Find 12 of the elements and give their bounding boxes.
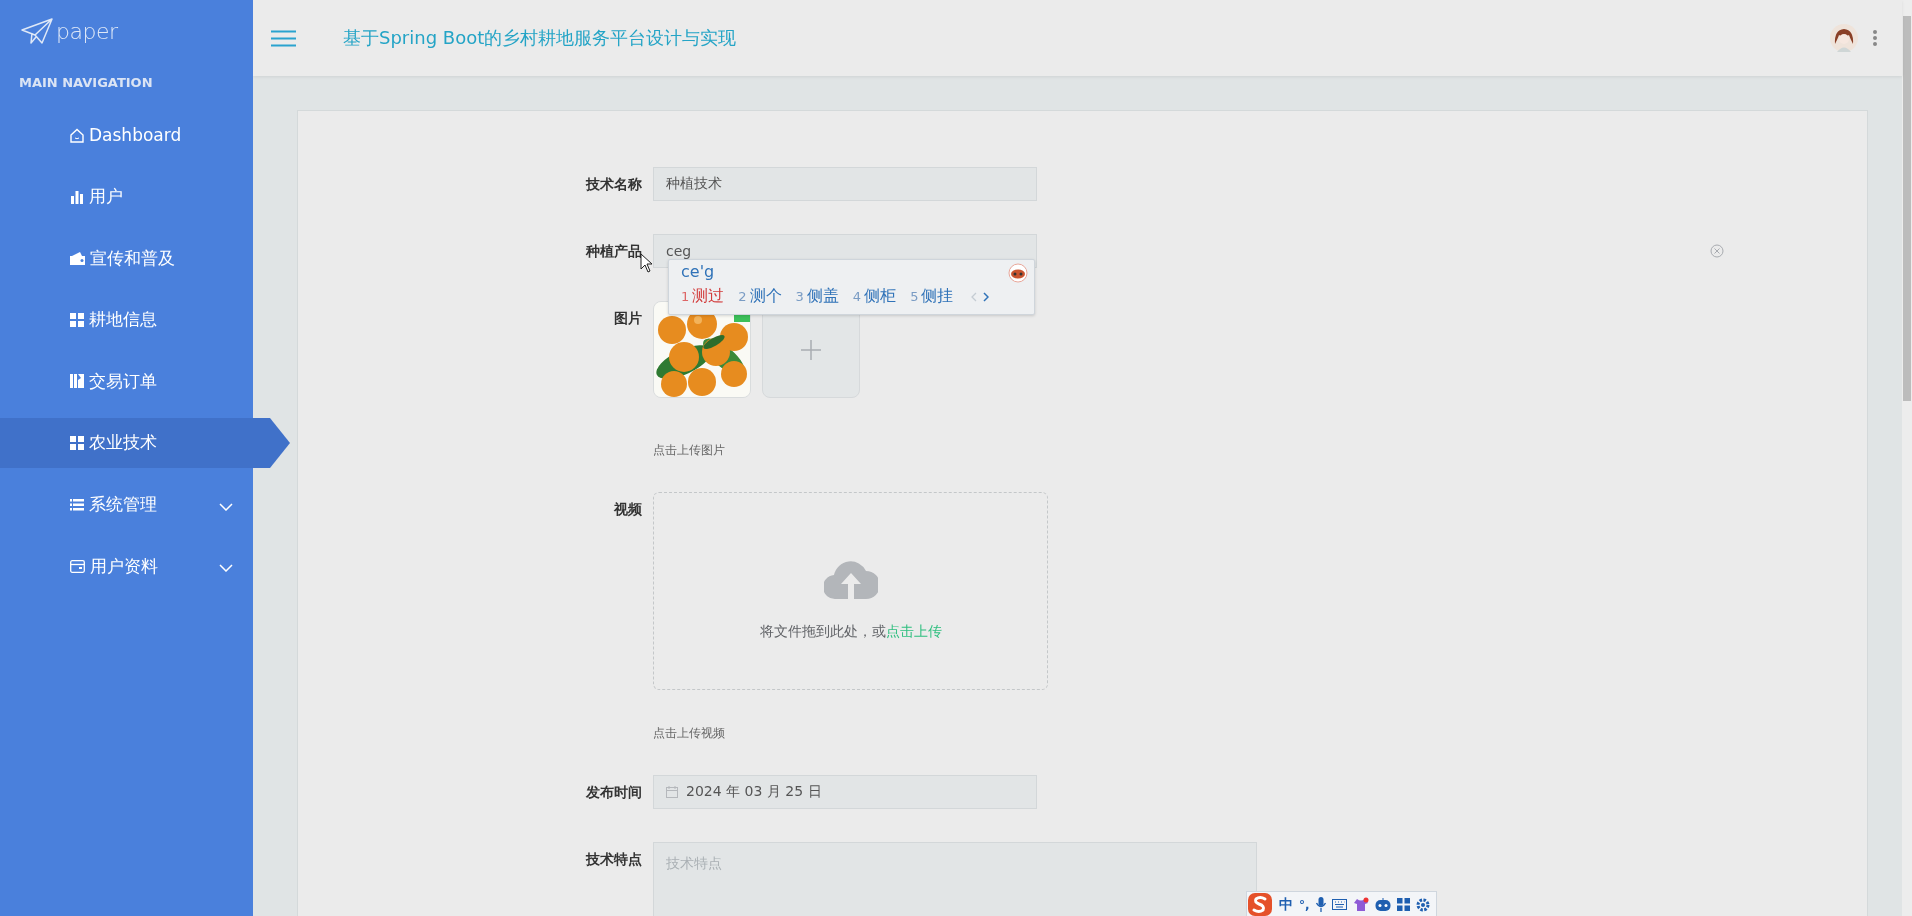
field-label: 技术特点 bbox=[586, 850, 642, 869]
dropzone-text: 将文件拖到此处，或点击上传 bbox=[759, 623, 942, 641]
upload-hint: 点击上传图片 bbox=[653, 442, 726, 459]
field-label: 种植产品 bbox=[586, 242, 642, 261]
field-label: 图片 bbox=[614, 309, 642, 328]
section-heading: MAIN NAVIGATION bbox=[18, 73, 154, 92]
field-label: 技术名称 bbox=[586, 175, 642, 194]
logo-text: paper bbox=[56, 18, 118, 44]
page-title: 基于Spring Boot的乡村耕地服务平台设计与实现 bbox=[343, 26, 737, 50]
field-label: 发布时间 bbox=[586, 783, 642, 802]
upload-hint: 点击上传视频 bbox=[653, 725, 726, 742]
field-label: 视频 bbox=[614, 500, 642, 519]
